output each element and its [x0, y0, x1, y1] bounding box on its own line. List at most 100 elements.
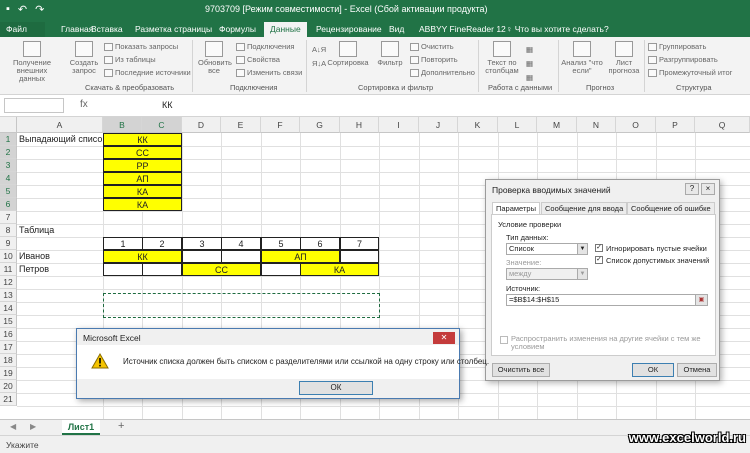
header-number-cell[interactable]: 6: [300, 237, 340, 250]
select-all-corner[interactable]: [0, 117, 17, 133]
header-number-cell[interactable]: 2: [142, 237, 182, 250]
reapply-button[interactable]: Повторить: [410, 55, 458, 65]
schedule-cell[interactable]: [261, 263, 301, 276]
schedule-cell[interactable]: АП: [261, 250, 340, 263]
source-input[interactable]: =$B$14:$H$15 ▣: [506, 294, 708, 306]
flash-fill-icon[interactable]: ▦: [526, 45, 533, 54]
row-header[interactable]: 16: [0, 328, 17, 341]
column-header[interactable]: H: [340, 117, 379, 133]
row-header[interactable]: 4: [0, 172, 17, 185]
cell-a11[interactable]: Петров: [19, 263, 49, 276]
column-header[interactable]: O: [616, 117, 656, 133]
sort-za-icon[interactable]: Я↓А: [312, 59, 326, 68]
row-header[interactable]: 11: [0, 263, 17, 276]
ok-button[interactable]: ОК: [632, 363, 674, 377]
row-header[interactable]: 3: [0, 159, 17, 172]
tab-review[interactable]: Рецензирование: [310, 22, 388, 37]
tab-formulas[interactable]: Формулы: [213, 22, 262, 37]
tab-view[interactable]: Вид: [383, 22, 410, 37]
row-header[interactable]: 5: [0, 185, 17, 198]
column-header[interactable]: I: [379, 117, 419, 133]
schedule-cell[interactable]: [182, 250, 222, 263]
text-to-columns-button[interactable]: Текст по столбцам: [482, 41, 522, 75]
sort-az-icon[interactable]: А↓Я: [312, 45, 326, 54]
column-header[interactable]: D: [182, 117, 221, 133]
connections-button[interactable]: Подключения: [236, 42, 294, 52]
column-header[interactable]: P: [656, 117, 695, 133]
formula-input[interactable]: КК: [162, 100, 173, 110]
close-icon[interactable]: ✕: [433, 332, 455, 344]
list-cell[interactable]: СС: [103, 146, 182, 159]
column-header[interactable]: N: [577, 117, 616, 133]
row-header[interactable]: 12: [0, 276, 17, 289]
column-header[interactable]: A: [17, 117, 103, 133]
tell-me-search[interactable]: ♀ Что вы хотите сделать?: [500, 22, 615, 37]
list-cell[interactable]: КА: [103, 185, 182, 198]
remove-duplicates-icon[interactable]: ▦: [526, 59, 533, 68]
name-box[interactable]: [4, 98, 64, 113]
ignore-blank-checkbox[interactable]: ✓: [595, 244, 603, 252]
header-number-cell[interactable]: 3: [182, 237, 222, 250]
column-header[interactable]: K: [458, 117, 498, 133]
row-header[interactable]: 2: [0, 146, 17, 159]
row-header[interactable]: 9: [0, 237, 17, 250]
properties-button[interactable]: Свойства: [236, 55, 280, 65]
header-number-cell[interactable]: 4: [221, 237, 261, 250]
spread-changes-checkbox[interactable]: [500, 336, 508, 344]
column-header[interactable]: Q: [695, 117, 750, 133]
close-button[interactable]: ×: [701, 183, 715, 195]
list-cell[interactable]: КА: [103, 198, 182, 211]
column-header[interactable]: C: [142, 117, 182, 133]
data-validation-icon[interactable]: ▦: [526, 73, 533, 82]
schedule-cell[interactable]: [221, 250, 261, 263]
column-header[interactable]: J: [419, 117, 458, 133]
save-icon[interactable]: ▪: [6, 3, 10, 16]
ungroup-button[interactable]: Разгруппировать: [648, 55, 718, 65]
row-header[interactable]: 19: [0, 367, 17, 380]
tab-data[interactable]: Данные: [264, 22, 307, 37]
column-header[interactable]: F: [261, 117, 300, 133]
cell-a8[interactable]: Таблица: [19, 224, 54, 237]
column-header[interactable]: L: [498, 117, 537, 133]
row-header[interactable]: 20: [0, 380, 17, 393]
type-select[interactable]: Список ▼: [506, 243, 588, 255]
schedule-cell[interactable]: [340, 250, 379, 263]
schedule-cell[interactable]: [142, 263, 182, 276]
cancel-button[interactable]: Отмена: [677, 363, 717, 377]
cell-a1[interactable]: Выпадающий список:: [19, 133, 109, 146]
schedule-cell[interactable]: СС: [182, 263, 261, 276]
range-picker-icon[interactable]: ▣: [695, 295, 707, 305]
get-external-data-button[interactable]: Получение внешних данных: [4, 41, 60, 83]
cell-a10[interactable]: Иванов: [19, 250, 50, 263]
row-header[interactable]: 13: [0, 289, 17, 302]
row-header[interactable]: 17: [0, 341, 17, 354]
forecast-sheet-button[interactable]: Лист прогноза: [606, 41, 642, 75]
sort-button[interactable]: Сортировка: [326, 41, 370, 67]
clear-filter-button[interactable]: Очистить: [410, 42, 454, 52]
tab-abbyy[interactable]: ABBYY FineReader 12: [413, 22, 512, 37]
add-sheet-button[interactable]: +: [118, 420, 124, 432]
group-button[interactable]: Группировать: [648, 42, 706, 52]
row-header[interactable]: 21: [0, 393, 17, 406]
fx-icon[interactable]: fx: [80, 99, 88, 110]
column-header[interactable]: E: [221, 117, 261, 133]
what-if-button[interactable]: Анализ "что если": [560, 41, 604, 75]
subtotal-button[interactable]: Промежуточный итог: [648, 68, 732, 78]
sheet-tab-list1[interactable]: Лист1: [62, 420, 100, 435]
row-header[interactable]: 6: [0, 198, 17, 211]
column-header[interactable]: G: [300, 117, 340, 133]
clear-all-button[interactable]: Очистить все: [492, 363, 550, 377]
in-cell-dropdown-checkbox[interactable]: ✓: [595, 256, 603, 264]
list-cell[interactable]: АП: [103, 172, 182, 185]
schedule-cell[interactable]: КК: [103, 250, 182, 263]
from-table-button[interactable]: Из таблицы: [104, 55, 156, 65]
tab-insert[interactable]: Вставка: [85, 22, 129, 37]
column-header[interactable]: B: [103, 117, 142, 133]
list-cell[interactable]: РР: [103, 159, 182, 172]
edit-links-button[interactable]: Изменить связи: [236, 68, 302, 78]
row-header[interactable]: 15: [0, 315, 17, 328]
header-number-cell[interactable]: 7: [340, 237, 379, 250]
redo-icon[interactable]: ↷: [35, 3, 44, 16]
schedule-cell[interactable]: [103, 263, 143, 276]
row-header[interactable]: 7: [0, 211, 17, 224]
